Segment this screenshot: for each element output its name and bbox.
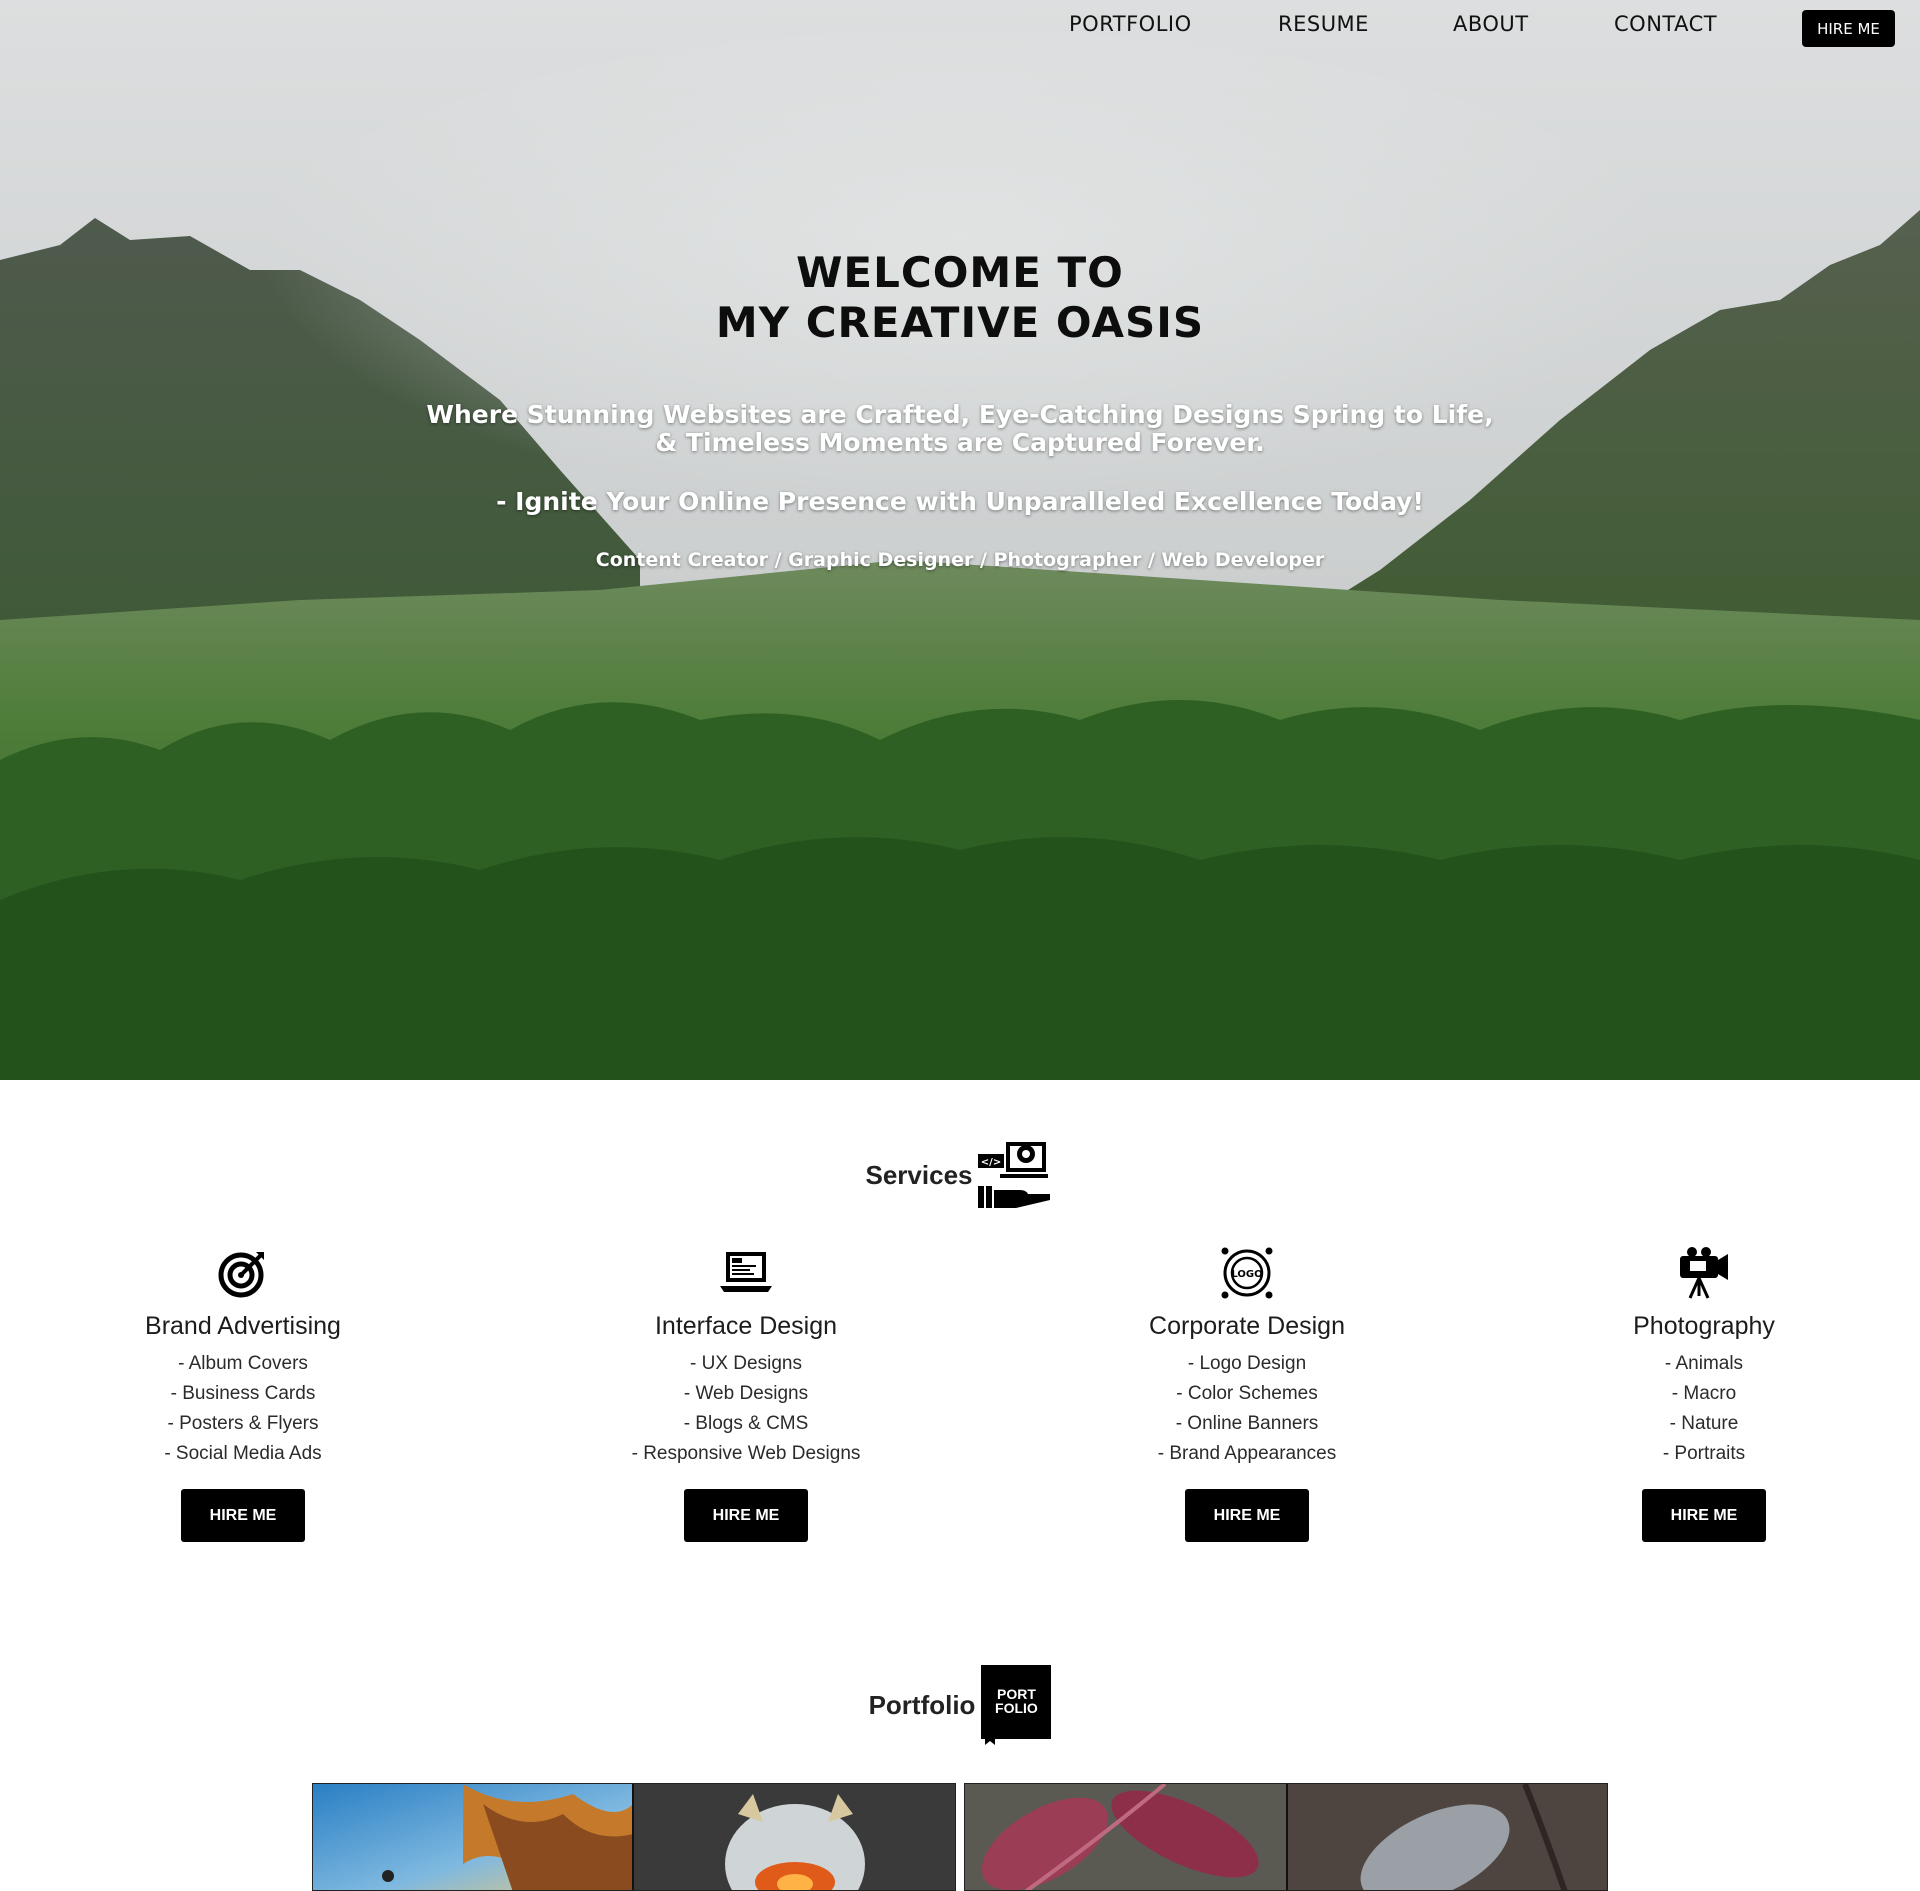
nav-link-portfolio[interactable]: PORTFOLIO: [1069, 12, 1192, 36]
service-card-photography: Photography - Animals - Macro - Nature -…: [1539, 1245, 1869, 1542]
hire-me-button[interactable]: HIRE ME: [1642, 1489, 1766, 1542]
service-list: - Logo Design - Color Schemes - Online B…: [1082, 1349, 1412, 1469]
hero-tagline: Where Stunning Websites are Crafted, Eye…: [0, 401, 1920, 457]
services-hand-gear-icon: </>: [976, 1134, 1054, 1217]
service-list: - Album Covers - Business Cards - Poster…: [78, 1349, 408, 1469]
portfolio-thumbnails-art: [313, 1784, 955, 1890]
service-title: Photography: [1633, 1312, 1775, 1340]
nav-link-contact[interactable]: CONTACT: [1614, 12, 1717, 36]
service-list-item: - Animals: [1664, 1353, 1744, 1374]
laptop-code-icon: [581, 1245, 911, 1301]
top-navigation: PORTFOLIO RESUME ABOUT CONTACT HIRE ME: [0, 0, 1920, 54]
video-camera-tripod-icon: [1539, 1245, 1869, 1301]
portfolio-thumbnails-macro: [965, 1784, 1607, 1890]
service-card-brand-advertising: Brand Advertising - Album Covers - Busin…: [78, 1245, 408, 1542]
service-list-item: - Album Covers: [178, 1353, 308, 1374]
hero-title: WELCOME TO MY CREATIVE OASIS: [0, 248, 1920, 348]
service-list: - Animals - Macro - Nature - Portraits: [1539, 1349, 1869, 1469]
svg-text:</>: </>: [981, 1157, 1001, 1168]
nav-link-resume[interactable]: RESUME: [1278, 12, 1369, 36]
service-list-item: - Posters & Flyers: [167, 1413, 319, 1434]
target-icon: [78, 1245, 408, 1301]
service-list-item: - Logo Design: [1187, 1353, 1307, 1374]
service-list-item: - Nature: [1669, 1413, 1739, 1434]
service-list: - UX Designs - Web Designs - Blogs & CMS…: [581, 1349, 911, 1469]
hire-me-button[interactable]: HIRE ME: [684, 1489, 808, 1542]
svg-text:LOGO: LOGO: [1231, 1269, 1262, 1280]
service-title: Corporate Design: [1149, 1312, 1345, 1340]
service-list-item: - Blogs & CMS: [683, 1413, 809, 1434]
services-title: Services: [865, 1159, 973, 1190]
portfolio-badge-line2: FOLIO: [995, 1700, 1038, 1716]
hero-title-line1: WELCOME TO: [796, 248, 1124, 297]
service-list-item: - Online Banners: [1175, 1413, 1319, 1434]
portfolio-gallery-macro[interactable]: [964, 1783, 1608, 1891]
service-card-corporate-design: LOGO Corporate Design - Logo Design - Co…: [1082, 1245, 1412, 1542]
hero-cta-text: - Ignite Your Online Presence with Unpar…: [496, 487, 1424, 516]
service-list-item: - Portraits: [1662, 1443, 1746, 1464]
service-list-item: - UX Designs: [690, 1353, 802, 1374]
service-title: Interface Design: [654, 1312, 838, 1340]
service-list-item: - Brand Appearances: [1157, 1443, 1337, 1464]
service-list-item: - Business Cards: [170, 1383, 316, 1404]
hire-me-button[interactable]: HIRE ME: [181, 1489, 305, 1542]
hero-tagline-line2: & Timeless Moments are Captured Forever.: [655, 428, 1265, 457]
service-list-item: - Social Media Ads: [164, 1443, 322, 1464]
portfolio-title: Portfolio: [868, 1689, 976, 1720]
hero-section: PORTFOLIO RESUME ABOUT CONTACT HIRE ME W…: [0, 0, 1920, 1080]
hero-tagline-line1: Where Stunning Websites are Crafted, Eye…: [426, 400, 1494, 429]
service-list-item: - Responsive Web Designs: [631, 1443, 861, 1464]
service-list-item: - Web Designs: [683, 1383, 809, 1404]
hero-background-image: [0, 0, 1920, 1080]
service-list-item: - Color Schemes: [1176, 1383, 1318, 1404]
service-card-interface-design: Interface Design - UX Designs - Web Desi…: [581, 1245, 911, 1542]
hero-title-line2: MY CREATIVE OASIS: [715, 298, 1205, 347]
portfolio-book-icon: PORT FOLIO: [981, 1665, 1052, 1745]
portfolio-heading: Portfolio PORT FOLIO: [0, 1664, 1920, 1746]
service-title: Brand Advertising: [145, 1312, 341, 1340]
nav-hire-me-button[interactable]: HIRE ME: [1802, 10, 1895, 47]
hire-me-button[interactable]: HIRE ME: [1185, 1489, 1309, 1542]
portfolio-gallery-digital-art[interactable]: [312, 1783, 956, 1891]
services-heading: Services </>: [0, 1135, 1920, 1215]
logo-badge-icon: LOGO: [1082, 1245, 1412, 1301]
service-list-item: - Macro: [1671, 1383, 1737, 1404]
hero-roles: Content Creator / Graphic Designer / Pho…: [595, 549, 1325, 571]
nav-link-about[interactable]: ABOUT: [1453, 12, 1529, 36]
